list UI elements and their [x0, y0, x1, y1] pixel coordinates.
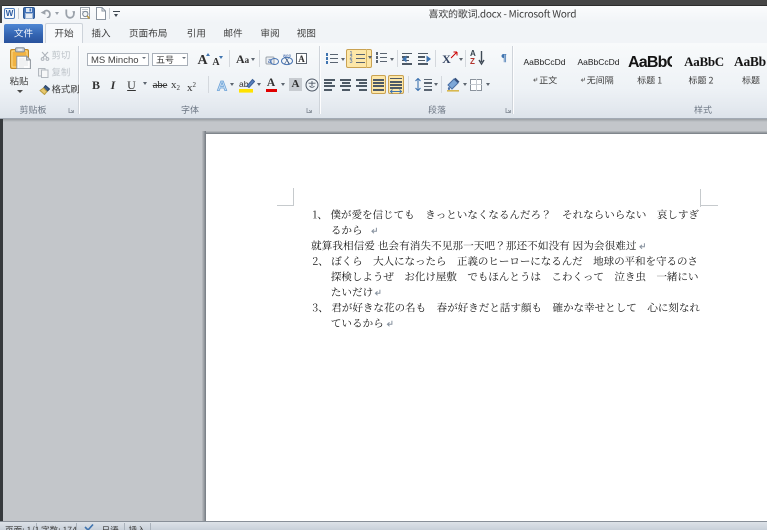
svg-text:ab: ab: [239, 79, 249, 89]
svg-text:A: A: [217, 78, 227, 94]
